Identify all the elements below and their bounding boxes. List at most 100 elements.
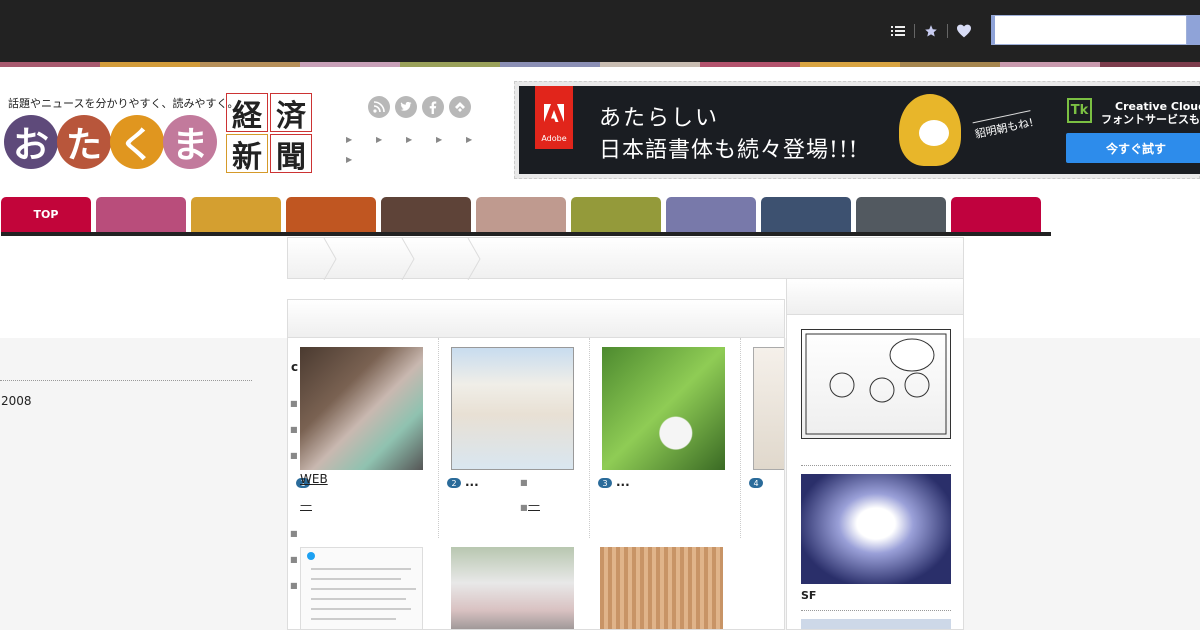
stripe-segment <box>800 62 900 67</box>
top-icons <box>888 22 974 40</box>
nav-tab[interactable] <box>96 197 186 232</box>
ranking-list: 1 2 ... 3 ... 4 <box>288 338 784 629</box>
list-icon[interactable] <box>888 22 908 40</box>
adobe-logo-icon <box>544 103 564 128</box>
stripe-segment <box>1000 62 1100 67</box>
stripe-segment <box>100 62 200 67</box>
header-link-arrow[interactable]: ▶ <box>406 132 436 147</box>
ranking-item[interactable]: 4 <box>741 338 784 538</box>
article-thumbnail[interactable] <box>600 547 723 629</box>
nav-tab[interactable] <box>761 197 851 232</box>
bullet: ■ <box>290 555 298 564</box>
rss-icon[interactable] <box>368 96 390 118</box>
stripe-segment <box>500 62 600 67</box>
nav-tab-top[interactable]: TOP <box>1 197 91 232</box>
sidebar-article-title[interactable]: SF <box>801 589 816 602</box>
bullet: ■ <box>290 425 298 434</box>
manga-panel-image <box>805 333 947 435</box>
logo-char: く <box>110 115 164 169</box>
bullet: ■ <box>290 581 298 590</box>
typekit-logo: Tk <box>1067 98 1092 123</box>
stripe-segment <box>0 62 100 67</box>
bullet: ■ <box>290 529 298 538</box>
tweet-line <box>311 608 411 610</box>
ad-banner[interactable]: Adobe あたらしい 日本語書体も続々登場!!! 貂明朝もね! Tk Crea… <box>519 86 1200 174</box>
ad-cta-button[interactable]: 今すぐ試す <box>1066 133 1200 163</box>
nav-tab[interactable] <box>951 197 1041 232</box>
sidebar: SF <box>786 278 964 630</box>
article-thumbnail[interactable] <box>451 547 574 629</box>
rank-number: 3 <box>598 478 612 488</box>
header-link-arrow[interactable]: ▶ <box>346 132 376 147</box>
ranking-box: 1 2 ... 3 ... 4 <box>287 299 785 630</box>
ad-headline-1: あたらしい <box>599 106 720 131</box>
article-link[interactable]: — <box>300 498 312 512</box>
logo-char: た <box>57 115 111 169</box>
category-nav: TOP <box>1 197 1041 232</box>
section-letter: c <box>291 360 299 374</box>
adobe-label: Adobe <box>541 134 567 143</box>
sidebar-thumbnail[interactable] <box>801 619 951 629</box>
logo-kanji-char: 新 <box>226 134 268 175</box>
nav-tab[interactable] <box>191 197 281 232</box>
divider <box>0 380 252 381</box>
logo-kanji-char: 経 <box>226 93 268 134</box>
logo-char: ま <box>163 115 217 169</box>
ranking-thumbnail[interactable] <box>602 347 725 470</box>
header-link-arrow[interactable]: ▶ <box>466 132 496 147</box>
sidebar-thumbnail[interactable] <box>801 329 951 439</box>
nav-tab[interactable] <box>666 197 756 232</box>
nav-underline <box>1 232 1051 236</box>
separator <box>947 24 948 38</box>
nav-tab[interactable] <box>571 197 661 232</box>
article-link[interactable]: — <box>528 498 540 512</box>
archive-year[interactable]: 2008 <box>1 394 32 408</box>
nav-tab[interactable] <box>286 197 376 232</box>
tweet-line <box>311 578 401 580</box>
divider <box>801 610 951 611</box>
adobe-logo: Adobe <box>535 86 573 149</box>
heart-icon[interactable] <box>954 22 974 40</box>
logo-kanji-char: 済 <box>270 93 312 134</box>
bullet: ■ <box>520 503 528 512</box>
stripe-segment <box>1100 62 1200 67</box>
stripe-segment <box>400 62 500 67</box>
bullet: ■ <box>290 451 298 460</box>
twitter-icon[interactable] <box>395 96 417 118</box>
star-icon[interactable] <box>921 22 941 40</box>
article-thumbnail[interactable] <box>300 547 423 629</box>
stripe-segment <box>200 62 300 67</box>
ranking-item[interactable]: 2 ... <box>439 338 590 538</box>
header-link-arrow[interactable]: ▶ <box>436 132 466 147</box>
nav-tab[interactable] <box>381 197 471 232</box>
ad-service-2: フォントサービスも <box>1101 113 1200 126</box>
site-logo[interactable]: お た く ま <box>4 115 217 169</box>
header-link-arrow[interactable]: ▶ <box>376 132 406 147</box>
bullet: ■ <box>520 478 528 487</box>
twitter-avatar <box>307 552 315 560</box>
nav-tab[interactable] <box>856 197 946 232</box>
ranking-thumbnail[interactable] <box>300 347 423 470</box>
divider <box>801 465 951 466</box>
header-link-arrow[interactable]: ▶ <box>346 152 376 167</box>
facebook-icon[interactable] <box>422 96 444 118</box>
rank-number: 2 <box>447 478 461 488</box>
ranking-title[interactable]: ... <box>616 475 630 489</box>
ranking-item[interactable]: 3 ... <box>590 338 741 538</box>
color-stripe <box>0 62 1200 67</box>
search-input[interactable] <box>991 15 1187 45</box>
ranking-thumbnail[interactable] <box>451 347 574 470</box>
logo-kanji: 経 済 新 聞 <box>226 93 312 175</box>
social-links <box>368 96 471 118</box>
ranking-title[interactable]: ... <box>465 475 479 489</box>
header-links: ▶ ▶ ▶ ▶ ▶▶ <box>346 127 496 167</box>
sidebar-thumbnail[interactable] <box>801 474 951 584</box>
tweet-line <box>311 618 396 620</box>
stripe-segment <box>700 62 800 67</box>
tweet-line <box>311 598 406 600</box>
feedly-icon[interactable] <box>449 96 471 118</box>
ranking-thumbnail[interactable] <box>753 347 784 470</box>
article-link[interactable]: WEB <box>300 472 328 486</box>
search-button[interactable] <box>1187 15 1200 45</box>
nav-tab[interactable] <box>476 197 566 232</box>
